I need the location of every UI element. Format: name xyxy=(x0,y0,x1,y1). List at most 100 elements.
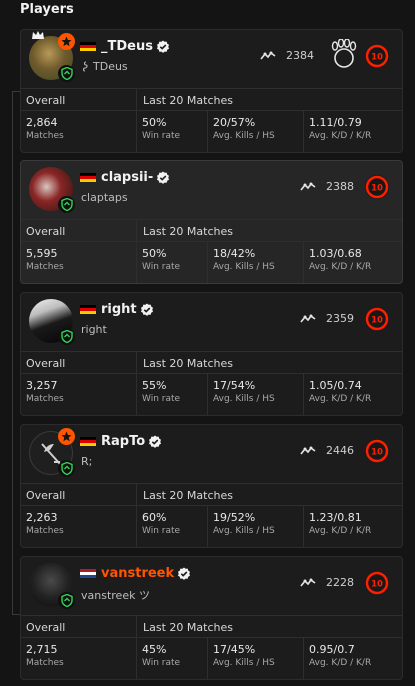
stat-kills-hs: 18/42% Avg. Kills / HS xyxy=(208,242,304,283)
shield-icon xyxy=(58,65,75,82)
player-card[interactable]: right right 2359 10 Overall Last 20 Matc… xyxy=(20,292,403,416)
elo-display: 2388 xyxy=(300,180,354,193)
player-card[interactable]: clapsii- claptaps 2388 10 Overall Last 2… xyxy=(20,160,403,284)
overall-header: Overall xyxy=(21,220,137,241)
star-badge-icon xyxy=(58,33,75,50)
player-handle: vanstreek ツ xyxy=(81,589,150,602)
stat-win-rate: 60% Win rate xyxy=(137,506,208,547)
elo-value: 2446 xyxy=(326,444,354,457)
stat-kills-hs: 19/52% Avg. Kills / HS xyxy=(208,506,304,547)
level-value: 10 xyxy=(371,580,383,590)
elo-trend-icon xyxy=(300,182,316,190)
germany-flag-icon xyxy=(80,41,96,52)
overall-header: Overall xyxy=(21,352,137,373)
elo-value: 2388 xyxy=(326,180,354,193)
player-handle: TDeus xyxy=(93,60,128,73)
player-handle: R; xyxy=(81,455,93,468)
verified-icon xyxy=(149,435,162,448)
player-name-row[interactable]: _TDeus xyxy=(80,39,170,54)
avatar[interactable] xyxy=(29,428,75,477)
stat-kd-kr: 1.23/0.81 Avg. K/D / K/R xyxy=(309,511,372,536)
crown-icon xyxy=(32,31,44,39)
level-value: 10 xyxy=(371,316,383,326)
shield-icon xyxy=(58,196,75,213)
avatar[interactable] xyxy=(29,563,75,609)
overall-header: Overall xyxy=(21,484,137,505)
stat-matches: 2,715 Matches xyxy=(21,638,137,679)
avatar[interactable] xyxy=(29,31,75,82)
elo-display: 2446 xyxy=(300,444,354,457)
player-card[interactable]: vanstreek vanstreek ツ 2228 10 Overall La… xyxy=(20,556,403,680)
elo-trend-icon xyxy=(300,578,316,586)
germany-flag-icon xyxy=(80,304,96,315)
stat-kd-kr: 1.11/0.79 Avg. K/D / K/R xyxy=(309,116,372,141)
verified-icon xyxy=(140,303,153,316)
star-badge-icon xyxy=(58,428,75,445)
last-matches-header: Last 20 Matches xyxy=(143,94,233,107)
player-name-row[interactable]: clapsii- xyxy=(80,170,170,185)
player-name-row[interactable]: RapTo xyxy=(80,434,162,449)
shield-icon xyxy=(58,460,75,477)
last-matches-header: Last 20 Matches xyxy=(143,489,233,502)
stat-matches: 2,864 Matches xyxy=(21,111,137,152)
player-name[interactable]: _TDeus xyxy=(101,39,153,54)
player-name[interactable]: clapsii- xyxy=(101,170,153,185)
player-handle-row: right xyxy=(81,323,107,336)
stat-matches: 2,263 Matches xyxy=(21,506,137,547)
elo-value: 2228 xyxy=(326,576,354,589)
stat-kills-hs: 20/57% Avg. Kills / HS xyxy=(208,111,304,152)
shield-icon xyxy=(58,328,75,345)
last-matches-header: Last 20 Matches xyxy=(143,621,233,634)
elo-display: 2228 xyxy=(300,576,354,589)
player-handle: claptaps xyxy=(81,191,128,204)
player-card[interactable]: _TDeus TDeus 2384 10 Overall Last 20 Mat… xyxy=(20,29,403,153)
player-handle-row: TDeus xyxy=(81,60,128,73)
stat-win-rate: 50% Win rate xyxy=(137,242,208,283)
section-heading: Players xyxy=(20,2,74,17)
overall-header: Overall xyxy=(21,89,137,110)
stat-win-rate: 55% Win rate xyxy=(137,374,208,415)
player-handle-row: R; xyxy=(81,455,92,468)
verified-icon xyxy=(178,567,191,580)
shield-icon xyxy=(58,592,75,609)
stat-matches: 5,595 Matches xyxy=(21,242,137,283)
avatar[interactable] xyxy=(29,167,75,213)
elo-display: 2384 xyxy=(260,49,314,62)
netherlands-flag-icon xyxy=(80,568,96,579)
level-badge-icon: 10 xyxy=(365,175,389,199)
level-value: 10 xyxy=(371,184,383,194)
level-value: 10 xyxy=(371,448,383,458)
player-card[interactable]: RapTo R; 2446 10 Overall Last 20 Matches… xyxy=(20,424,403,548)
player-handle: right xyxy=(81,323,107,336)
overall-header: Overall xyxy=(21,616,137,637)
level-badge-icon: 10 xyxy=(365,571,389,595)
player-name-row[interactable]: vanstreek xyxy=(80,566,191,581)
team-paw-logo-icon[interactable] xyxy=(331,39,357,69)
elo-value: 2384 xyxy=(286,49,314,62)
player-name-row[interactable]: right xyxy=(80,302,154,317)
elo-display: 2359 xyxy=(300,312,354,325)
level-value: 10 xyxy=(371,53,383,63)
player-handle-row: claptaps xyxy=(81,191,128,204)
player-handle-row: vanstreek ツ xyxy=(81,587,150,603)
player-name[interactable]: right xyxy=(101,302,137,317)
stat-win-rate: 50% Win rate xyxy=(137,111,208,152)
last-matches-header: Last 20 Matches xyxy=(143,225,233,238)
elo-trend-icon xyxy=(300,446,316,454)
germany-flag-icon xyxy=(80,172,96,183)
level-badge-icon: 10 xyxy=(365,44,389,68)
stat-matches: 3,257 Matches xyxy=(21,374,137,415)
germany-flag-icon xyxy=(80,436,96,447)
stat-kd-kr: 1.05/0.74 Avg. K/D / K/R xyxy=(309,379,372,404)
level-badge-icon: 10 xyxy=(365,439,389,463)
player-name[interactable]: RapTo xyxy=(101,434,145,449)
level-badge-icon: 10 xyxy=(365,307,389,331)
avatar[interactable] xyxy=(29,299,75,345)
stat-kills-hs: 17/45% Avg. Kills / HS xyxy=(208,638,304,679)
player-name[interactable]: vanstreek xyxy=(101,566,174,581)
stat-kd-kr: 0.95/0.7 Avg. K/D / K/R xyxy=(309,643,372,668)
verified-icon xyxy=(157,171,170,184)
verified-icon xyxy=(156,40,169,53)
steam-icon xyxy=(83,61,88,72)
elo-trend-icon xyxy=(300,314,316,322)
